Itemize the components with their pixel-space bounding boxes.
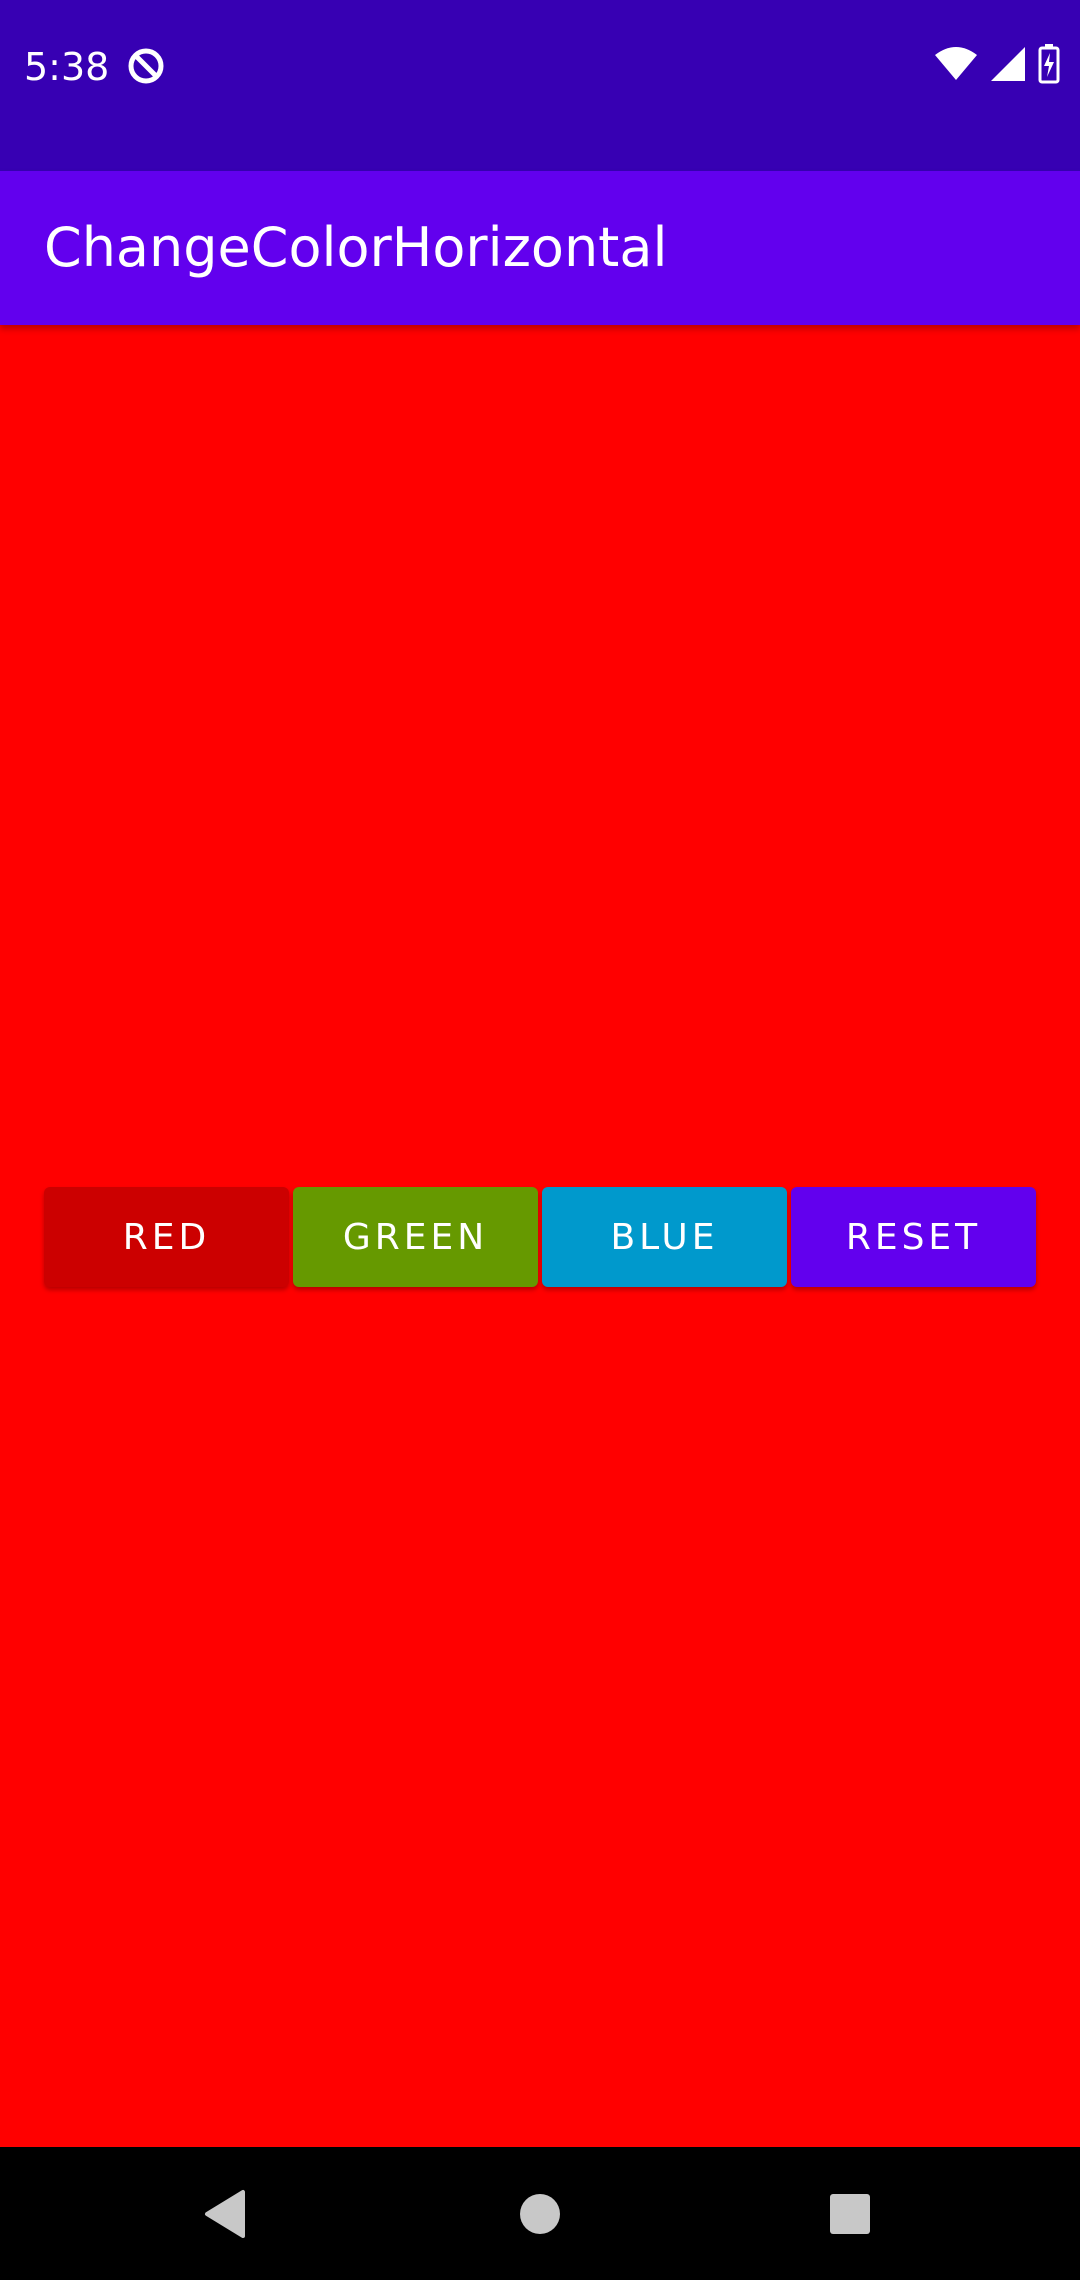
green-button[interactable]: GREEN	[293, 1187, 538, 1287]
color-display-area: RED GREEN BLUE RESET	[0, 325, 1080, 2147]
navigation-bar	[0, 2147, 1080, 2280]
back-icon	[205, 2189, 245, 2238]
battery-charging-icon	[1038, 44, 1060, 88]
screen: 5:38 ChangeColorHorizontal RED GREEN BLU…	[0, 0, 1080, 2280]
recents-icon	[830, 2193, 870, 2234]
home-icon	[520, 2193, 560, 2234]
app-title: ChangeColorHorizontal	[44, 216, 668, 279]
status-time: 5:38	[24, 45, 110, 89]
wifi-icon	[934, 47, 978, 85]
back-button[interactable]	[145, 2147, 305, 2280]
status-icons	[934, 44, 1060, 88]
red-button[interactable]: RED	[44, 1187, 289, 1287]
button-row: RED GREEN BLUE RESET	[44, 1187, 1036, 1287]
app-bar: ChangeColorHorizontal	[0, 171, 1080, 325]
reset-button[interactable]: RESET	[791, 1187, 1036, 1287]
status-bar: 5:38	[0, 0, 1080, 171]
home-button[interactable]	[460, 2147, 620, 2280]
no-disturb-icon	[124, 44, 168, 88]
recents-button[interactable]	[770, 2147, 930, 2280]
blue-button[interactable]: BLUE	[542, 1187, 787, 1287]
cell-signal-icon	[990, 46, 1026, 86]
